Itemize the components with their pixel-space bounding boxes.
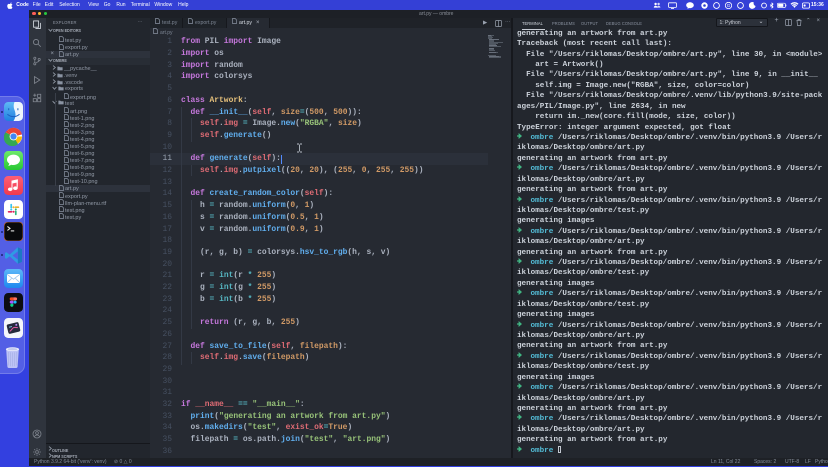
svg-text:G: G: [727, 3, 731, 8]
